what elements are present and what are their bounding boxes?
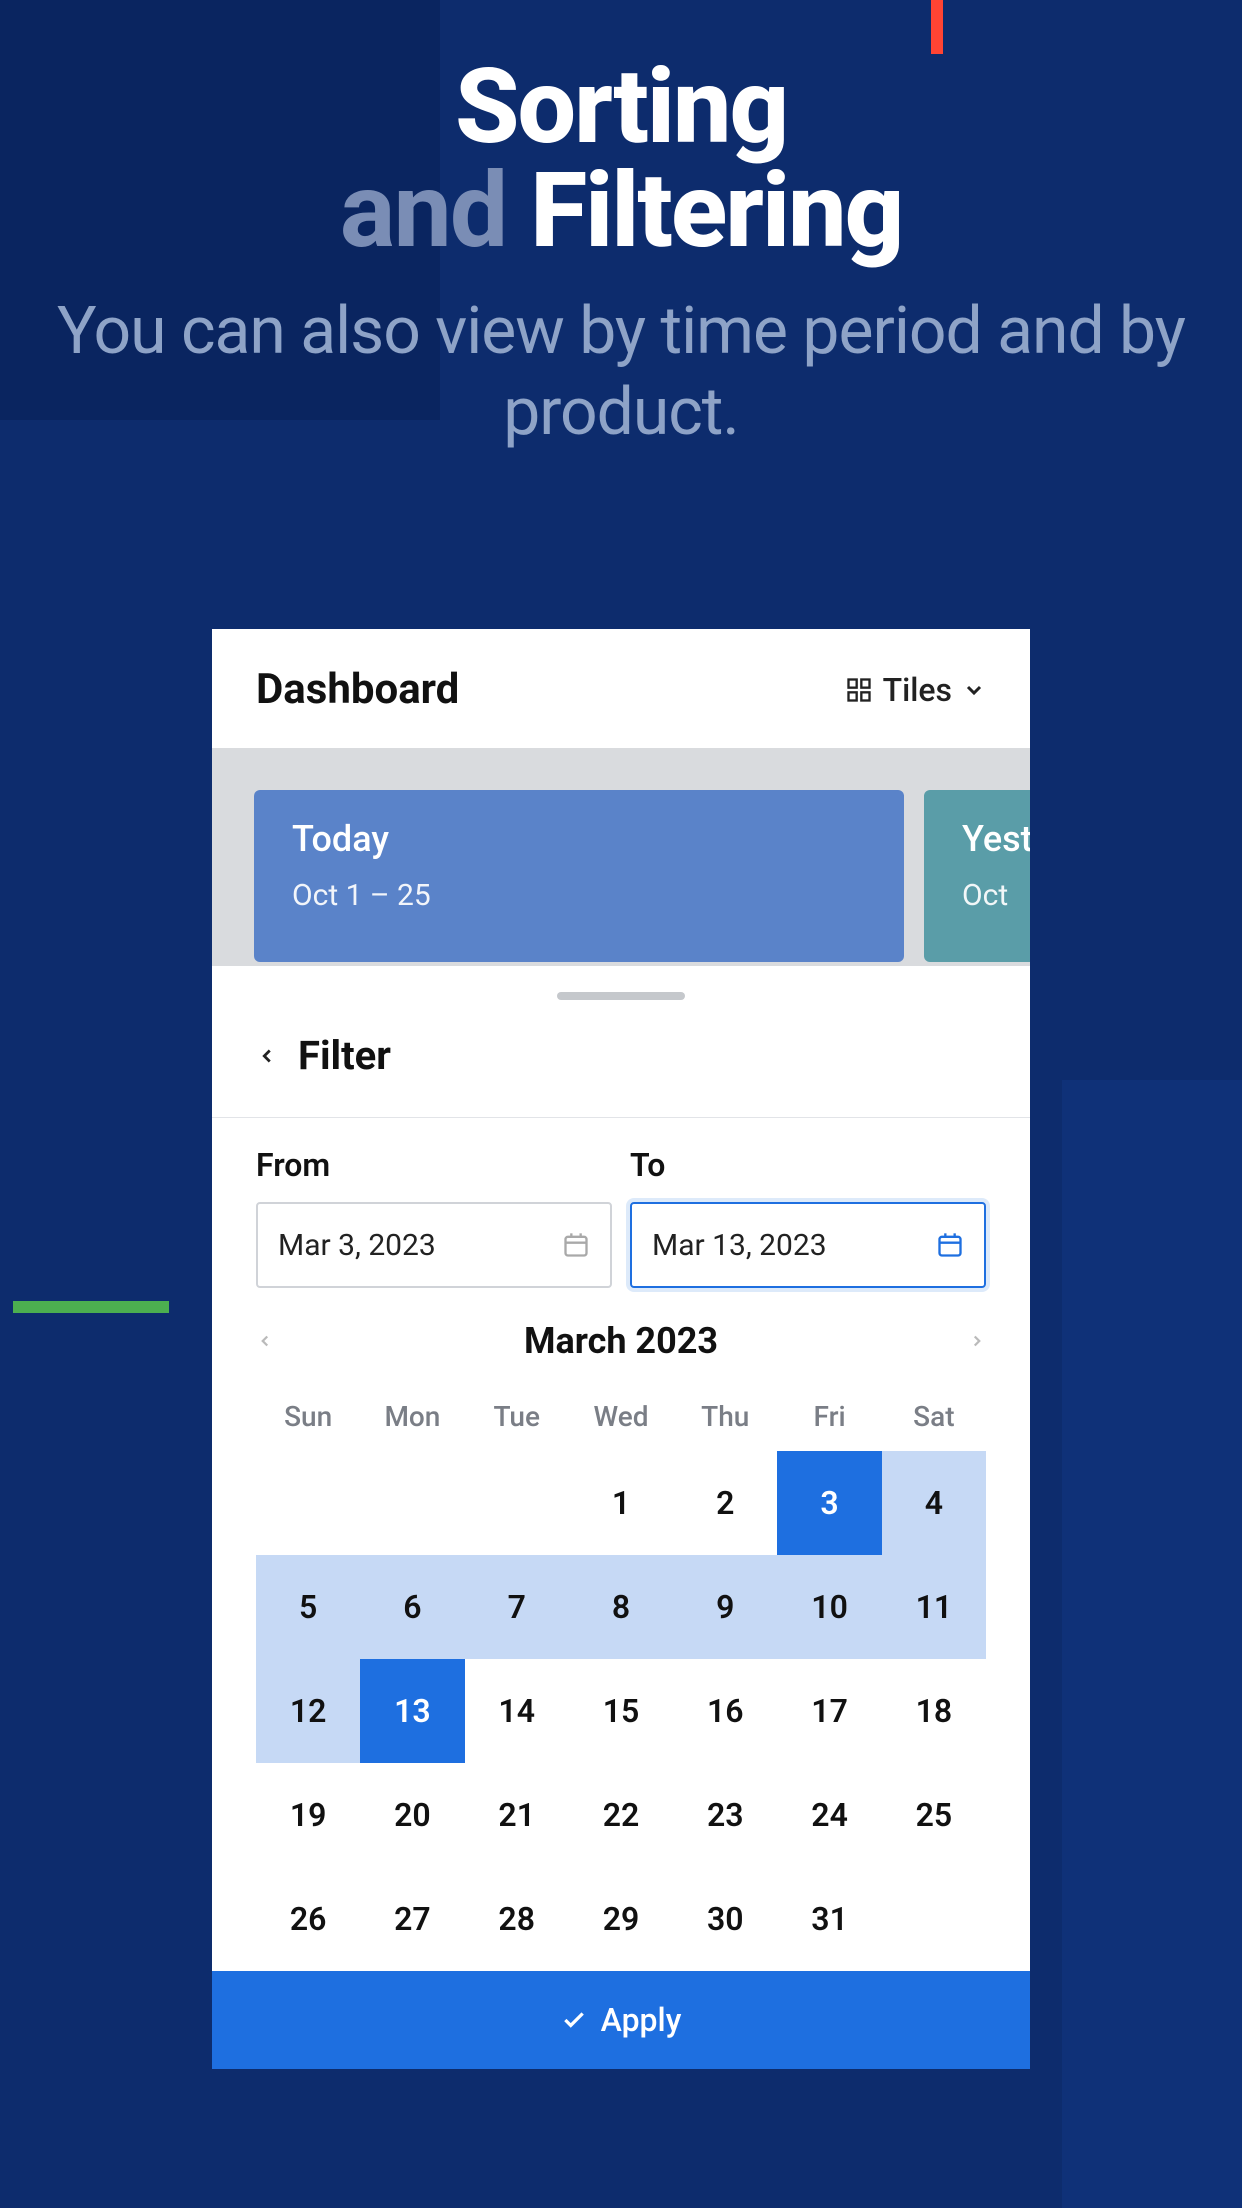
card-title: Today [292, 818, 866, 860]
calendar-day[interactable]: 13 [360, 1659, 464, 1763]
calendar-day[interactable]: 8 [569, 1555, 673, 1659]
bg-panel [1062, 1080, 1242, 2208]
dow-label: Mon [360, 1382, 464, 1451]
from-col: From Mar 3, 2023 [256, 1146, 612, 1288]
calendar-day[interactable]: 21 [465, 1763, 569, 1867]
filter-title: Filter [298, 1032, 391, 1079]
from-value: Mar 3, 2023 [278, 1228, 436, 1263]
grid-icon [845, 676, 873, 704]
calendar-day[interactable]: 4 [882, 1451, 986, 1555]
card-date: Oct 1 – 25 [292, 878, 866, 913]
view-toggle-label: Tiles [883, 671, 952, 709]
calendar-day[interactable]: 15 [569, 1659, 673, 1763]
calendar-day[interactable]: 2 [673, 1451, 777, 1555]
dow-label: Thu [673, 1382, 777, 1451]
to-input[interactable]: Mar 13, 2023 [630, 1202, 986, 1288]
dow-label: Sun [256, 1382, 360, 1451]
accent-bar-red [931, 0, 943, 54]
view-toggle[interactable]: Tiles [845, 671, 986, 709]
hero-title-line2: Filtering [530, 151, 902, 272]
calendar-day[interactable]: 10 [777, 1555, 881, 1659]
accent-bar-green [13, 1301, 169, 1313]
calendar: SunMonTueWedThuFriSat 123456789101112131… [212, 1382, 1030, 1971]
calendar-day[interactable]: 9 [673, 1555, 777, 1659]
hero-subtitle: You can also view by time period and by … [0, 292, 1242, 453]
calendar-day[interactable]: 20 [360, 1763, 464, 1867]
calendar-day[interactable]: 24 [777, 1763, 881, 1867]
card-title: Yest [962, 818, 1030, 860]
dow-row: SunMonTueWedThuFriSat [256, 1382, 986, 1451]
calendar-day[interactable]: 1 [569, 1451, 673, 1555]
calendar-day[interactable]: 30 [673, 1867, 777, 1971]
calendar-day[interactable]: 22 [569, 1763, 673, 1867]
to-value: Mar 13, 2023 [652, 1228, 827, 1263]
card-date: Oct [962, 878, 1030, 913]
month-header: March 2023 [212, 1288, 1030, 1382]
hero-title-muted: and [340, 151, 507, 272]
from-input[interactable]: Mar 3, 2023 [256, 1202, 612, 1288]
from-label: From [256, 1146, 612, 1184]
calendar-day[interactable]: 5 [256, 1555, 360, 1659]
calendar-icon [936, 1231, 964, 1259]
card-today[interactable]: Today Oct 1 – 25 [254, 790, 904, 962]
calendar-day[interactable]: 19 [256, 1763, 360, 1867]
calendar-day[interactable]: 14 [465, 1659, 569, 1763]
calendar-day-empty [360, 1451, 464, 1555]
calendar-day[interactable]: 29 [569, 1867, 673, 1971]
calendar-day[interactable]: 16 [673, 1659, 777, 1763]
card-yesterday[interactable]: Yest Oct [924, 790, 1030, 962]
hero-section: Sorting and Filtering You can also view … [0, 56, 1242, 453]
page-title: Dashboard [256, 665, 459, 714]
calendar-day[interactable]: 6 [360, 1555, 464, 1659]
hero-title: Sorting and Filtering [0, 56, 1242, 264]
dow-label: Tue [465, 1382, 569, 1451]
to-col: To Mar 13, 2023 [630, 1146, 986, 1288]
calendar-day[interactable]: 12 [256, 1659, 360, 1763]
chevron-left-icon[interactable] [256, 1045, 278, 1067]
calendar-day[interactable]: 23 [673, 1763, 777, 1867]
filter-header: Filter [212, 1000, 1030, 1118]
to-label: To [630, 1146, 986, 1184]
calendar-day[interactable]: 7 [465, 1555, 569, 1659]
apply-label: Apply [601, 2001, 682, 2039]
calendar-day[interactable]: 28 [465, 1867, 569, 1971]
hero-title-line1: Sorting [455, 47, 787, 168]
check-icon [561, 2007, 587, 2033]
days-grid: 1234567891011121314151617181920212223242… [256, 1451, 986, 1971]
dow-label: Fri [777, 1382, 881, 1451]
calendar-icon [562, 1231, 590, 1259]
apply-button[interactable]: Apply [212, 1971, 1030, 2069]
date-range-row: From Mar 3, 2023 To Mar 13, 2023 [212, 1118, 1030, 1288]
calendar-day-empty [256, 1451, 360, 1555]
dow-label: Sat [882, 1382, 986, 1451]
dow-label: Wed [569, 1382, 673, 1451]
chevron-down-icon [962, 678, 986, 702]
cards-scroller[interactable]: Today Oct 1 – 25 Yest Oct [212, 748, 1030, 966]
month-label: March 2023 [524, 1320, 718, 1362]
calendar-day[interactable]: 26 [256, 1867, 360, 1971]
sheet-grabber[interactable] [557, 992, 685, 1000]
chevron-left-icon[interactable] [256, 1332, 274, 1350]
filter-sheet: Filter From Mar 3, 2023 To Mar [212, 992, 1030, 2069]
calendar-day[interactable]: 31 [777, 1867, 881, 1971]
calendar-day[interactable]: 27 [360, 1867, 464, 1971]
calendar-day-empty [465, 1451, 569, 1555]
calendar-day[interactable]: 18 [882, 1659, 986, 1763]
chevron-right-icon[interactable] [968, 1332, 986, 1350]
calendar-day[interactable]: 17 [777, 1659, 881, 1763]
phone-mockup: Dashboard Tiles Today Oct 1 – 25 Yest Oc… [212, 629, 1030, 2069]
calendar-day[interactable]: 11 [882, 1555, 986, 1659]
calendar-day[interactable]: 3 [777, 1451, 881, 1555]
dashboard-header: Dashboard Tiles [212, 629, 1030, 748]
calendar-day[interactable]: 25 [882, 1763, 986, 1867]
